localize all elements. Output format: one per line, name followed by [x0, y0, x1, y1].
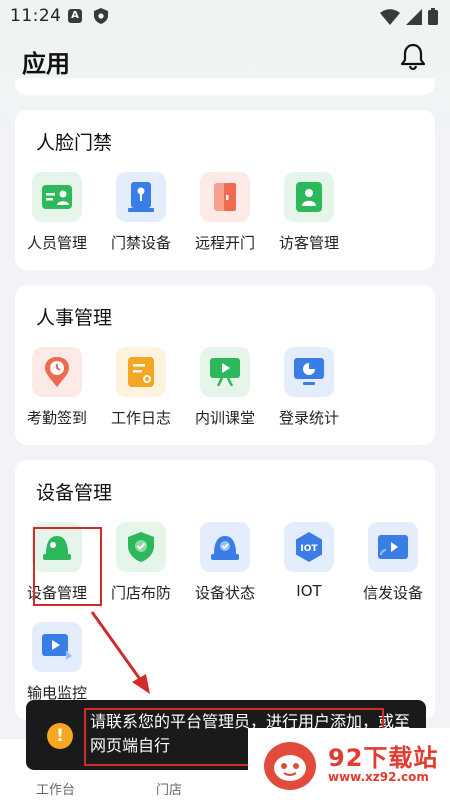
watermark-text: 92下载站	[328, 744, 439, 772]
watermark: 92下载站 www.xz92.com	[248, 728, 450, 800]
watermark-logo-icon	[264, 742, 316, 790]
annotation-arrow-icon	[90, 611, 150, 694]
watermark-url: www.xz92.com	[328, 770, 429, 784]
